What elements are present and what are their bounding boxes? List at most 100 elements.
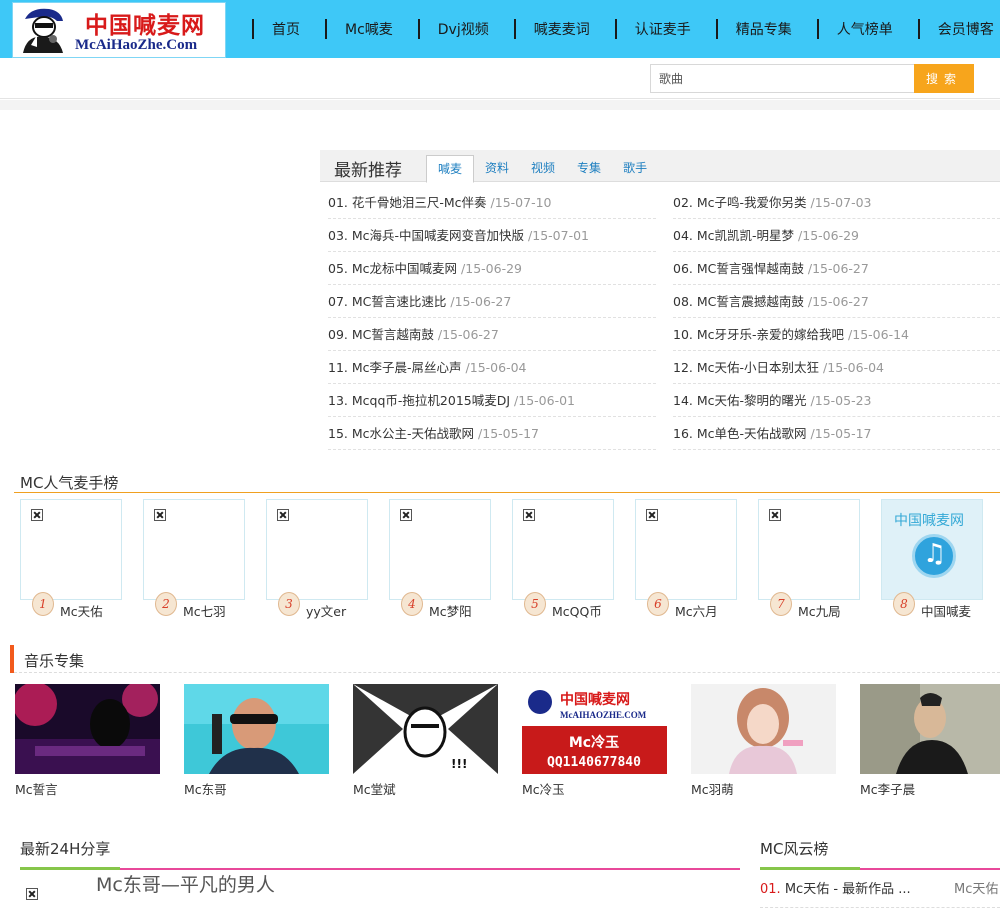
rank-medal-icon: 7 <box>770 592 792 616</box>
broken-image-icon <box>646 509 658 521</box>
cover-text: 中国喊麦网 <box>894 513 964 529</box>
rank-number: 01. <box>760 882 781 897</box>
mc-avatar[interactable] <box>389 499 491 600</box>
mc-avatar[interactable] <box>512 499 614 600</box>
rank-artist[interactable]: Mc天佑 <box>954 878 998 897</box>
song-item[interactable]: 03. Mc海兵-中国喊麦网变音加快版 /15-07-01 <box>328 219 656 252</box>
song-item[interactable]: 10. Mc牙牙乐-亲爱的嫁给我吧 /15-06-14 <box>673 318 1000 351</box>
mc-name[interactable]: Mc七羽 <box>183 601 226 620</box>
broken-image-icon <box>277 509 289 521</box>
share-thumbnail[interactable] <box>26 888 40 902</box>
mc-avatar[interactable] <box>266 499 368 600</box>
broken-image-icon <box>769 509 781 521</box>
album-cover-donge[interactable] <box>184 684 329 774</box>
logo-mascot-icon <box>23 8 63 53</box>
album-name[interactable]: Mc李子晨 <box>860 779 915 798</box>
albums-title: 音乐专集 <box>24 652 85 670</box>
tab-info[interactable]: 资料 <box>474 155 520 182</box>
nav-dvj-video[interactable]: Dvj视频 <box>417 19 514 39</box>
song-item[interactable]: 11. Mc李子晨-屌丝心声 /15-06-04 <box>328 351 656 384</box>
nav-lyrics[interactable]: 喊麦麦词 <box>513 19 615 39</box>
rank-medal-icon: 2 <box>155 592 177 616</box>
search-button[interactable]: 搜索 <box>914 64 974 93</box>
latest-header: 最新推荐 喊麦 资料 视频 专集 歌手 <box>320 150 1000 183</box>
broken-image-icon <box>523 509 535 521</box>
song-item[interactable]: 07. MC誓言速比速比 /15-06-27 <box>328 285 656 318</box>
section-divider <box>14 672 1000 673</box>
song-item[interactable]: 13. Mcqq币-拖拉机2015喊麦DJ /15-06-01 <box>328 384 656 417</box>
song-item[interactable]: 12. Mc天佑-小日本别太狂 /15-06-04 <box>673 351 1000 384</box>
mc-avatar[interactable] <box>143 499 245 600</box>
logo-text-en: McAiHaoZhe.Com <box>75 37 198 53</box>
song-item[interactable]: 02. Mc子鸣-我爱你另类 /15-07-03 <box>673 186 1000 219</box>
mc-name[interactable]: Mc梦阳 <box>429 601 472 620</box>
divider-strip <box>0 100 1000 110</box>
nav-mc-hanmai[interactable]: Mc喊麦 <box>325 19 418 39</box>
rank-medal-icon: 4 <box>401 592 423 616</box>
album-cover-lengyu[interactable]: 中国喊麦网 McAIHAOZHE.COM Mc冷玉 QQ1140677840 <box>522 684 667 774</box>
rank-song-title[interactable]: Mc天佑 - 最新作品 ... <box>785 882 911 897</box>
tab-video[interactable]: 视频 <box>520 155 566 182</box>
rank-medal-icon: 6 <box>647 592 669 616</box>
poster-en: McAIHAOZHE.COM <box>560 710 647 720</box>
song-item[interactable]: 05. Mc龙标中国喊麦网 /15-06-29 <box>328 252 656 285</box>
mc-name[interactable]: Mc天佑 <box>60 601 103 620</box>
song-item[interactable]: 15. Mc水公主-天佑战歌网 /15-05-17 <box>328 417 656 450</box>
share-title: 最新24H分享 <box>20 840 111 858</box>
album-name[interactable]: Mc堂斌 <box>353 779 396 798</box>
main-nav: 首页 Mc喊麦 Dvj视频 喊麦麦词 认证麦手 精品专集 人气榜单 会员博客 <box>252 0 1000 58</box>
album-cover-tangbin[interactable]: !!! <box>353 684 498 774</box>
section-marker <box>10 645 14 673</box>
album-name[interactable]: Mc誓言 <box>15 779 58 798</box>
rank-medal-icon: 3 <box>278 592 300 616</box>
tab-singer[interactable]: 歌手 <box>612 155 658 182</box>
nav-blog[interactable]: 会员博客 <box>917 19 1000 39</box>
song-item[interactable]: 04. Mc凯凯凯-明星梦 /15-06-29 <box>673 219 1000 252</box>
nav-certified[interactable]: 认证麦手 <box>614 19 716 39</box>
popular-title: MC人气麦手榜 <box>20 474 119 492</box>
search-input[interactable] <box>650 64 915 93</box>
latest-tabs: 喊麦 资料 视频 专集 歌手 <box>426 155 658 183</box>
mc-name[interactable]: McQQ币 <box>552 601 602 620</box>
mc-avatar[interactable] <box>20 499 122 600</box>
ranking-title: MC风云榜 <box>760 840 829 858</box>
share-item-title[interactable]: Mc东哥—平凡的男人 <box>96 870 275 897</box>
nav-home[interactable]: 首页 <box>252 19 325 39</box>
nav-albums[interactable]: 精品专集 <box>715 19 817 39</box>
nav-charts[interactable]: 人气榜单 <box>816 19 918 39</box>
rank-medal-icon: 1 <box>32 592 54 616</box>
tab-album[interactable]: 专集 <box>566 155 612 182</box>
section-divider <box>14 492 1000 493</box>
song-item[interactable]: 14. Mc天佑-黎明的曙光 /15-05-23 <box>673 384 1000 417</box>
broken-image-icon <box>400 509 412 521</box>
broken-image-icon <box>26 888 38 900</box>
song-item[interactable]: 01. 花千骨她泪三尺-Mc伴奏 /15-07-10 <box>328 186 656 219</box>
mc-name[interactable]: Mc六月 <box>675 601 718 620</box>
rank-medal-icon: 5 <box>524 592 546 616</box>
mc-name[interactable]: Mc九局 <box>798 601 841 620</box>
search-bar: 搜索 <box>0 58 1000 99</box>
album-name[interactable]: Mc东哥 <box>184 779 227 798</box>
album-cover-lizichen[interactable] <box>860 684 1000 774</box>
album-cover-dj[interactable] <box>15 684 160 774</box>
tab-hanmai[interactable]: 喊麦 <box>426 155 475 183</box>
ranking-row[interactable]: 01. Mc天佑 - 最新作品 ... Mc天佑 <box>760 878 1000 908</box>
mc-avatar[interactable]: 中国喊麦网 <box>881 499 983 600</box>
mc-name[interactable]: yy文er <box>306 601 346 620</box>
poster-qq: QQ1140677840 <box>547 755 641 770</box>
song-item[interactable]: 09. MC誓言越南鼓 /15-06-27 <box>328 318 656 351</box>
album-cover-yumeng[interactable] <box>691 684 836 774</box>
album-name[interactable]: Mc羽萌 <box>691 779 734 798</box>
top-header: 中国喊麦网 McAiHaoZhe.Com 首页 Mc喊麦 Dvj视频 喊麦麦词 … <box>0 0 1000 58</box>
site-logo[interactable]: 中国喊麦网 McAiHaoZhe.Com <box>12 2 226 58</box>
broken-image-icon <box>154 509 166 521</box>
music-note-icon <box>912 534 956 578</box>
song-item[interactable]: 16. Mc单色-天佑战歌网 /15-05-17 <box>673 417 1000 450</box>
rank-medal-icon: 8 <box>893 592 915 616</box>
album-name[interactable]: Mc冷玉 <box>522 779 565 798</box>
song-item[interactable]: 06. MC誓言强悍越南鼓 /15-06-27 <box>673 252 1000 285</box>
mc-avatar[interactable] <box>635 499 737 600</box>
mc-avatar[interactable] <box>758 499 860 600</box>
mc-name[interactable]: 中国喊麦 <box>921 601 971 620</box>
song-item[interactable]: 08. MC誓言震撼越南鼓 /15-06-27 <box>673 285 1000 318</box>
